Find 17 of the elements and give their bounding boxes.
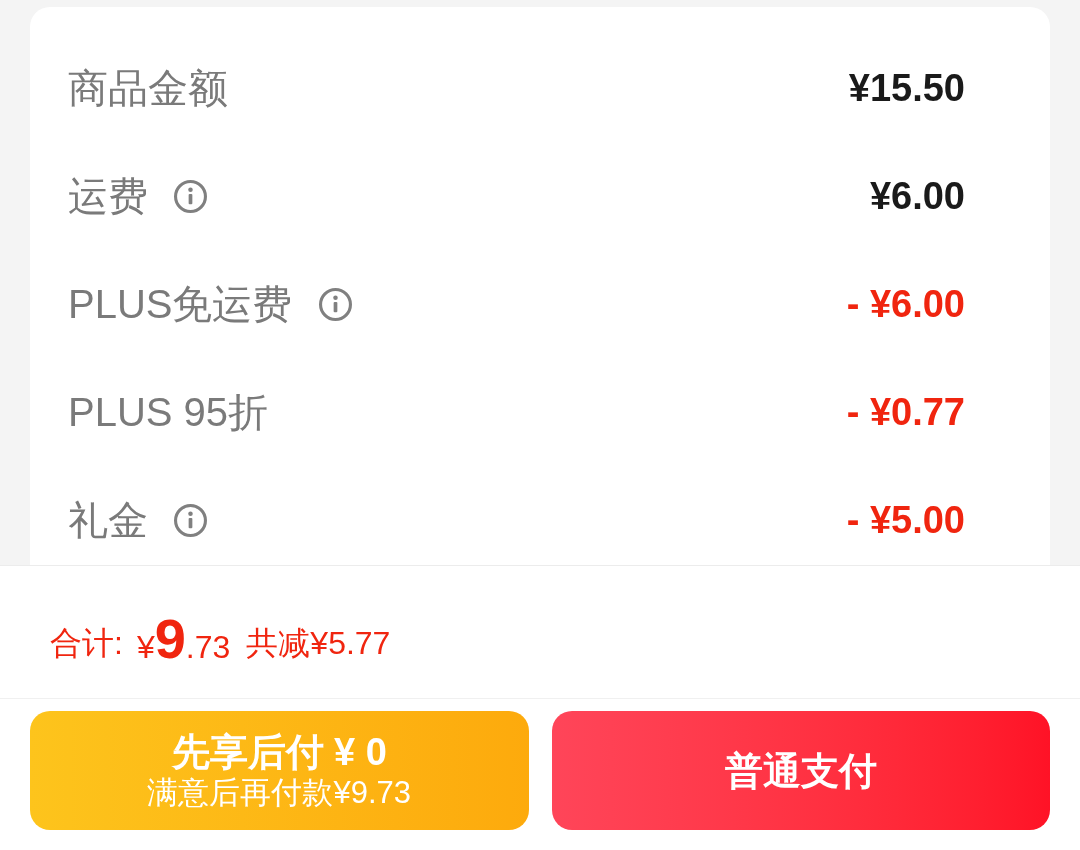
discount-amount: - ¥5.00 <box>846 498 965 543</box>
fee-amount: ¥15.50 <box>848 66 965 111</box>
fee-amount: ¥6.00 <box>869 174 965 219</box>
discount-amount: - ¥0.77 <box>846 390 965 435</box>
discount-amount: - ¥6.00 <box>846 282 965 327</box>
info-icon[interactable] <box>174 179 207 213</box>
fee-label: PLUS 95折 <box>68 389 269 436</box>
pay-button[interactable]: 普通支付 <box>551 711 1050 830</box>
info-icon[interactable] <box>318 287 352 321</box>
fee-label: 商品金额 <box>68 65 228 112</box>
info-icon[interactable] <box>174 503 207 537</box>
fee-label: 礼金 <box>68 497 148 544</box>
savings-amount: 共减¥5.77 <box>246 624 391 663</box>
total-amount: ¥9.73 <box>136 611 231 667</box>
fee-label: 运费 <box>68 173 148 220</box>
fee-label: PLUS免运费 <box>68 281 293 328</box>
total-label: 合计: <box>50 624 123 663</box>
